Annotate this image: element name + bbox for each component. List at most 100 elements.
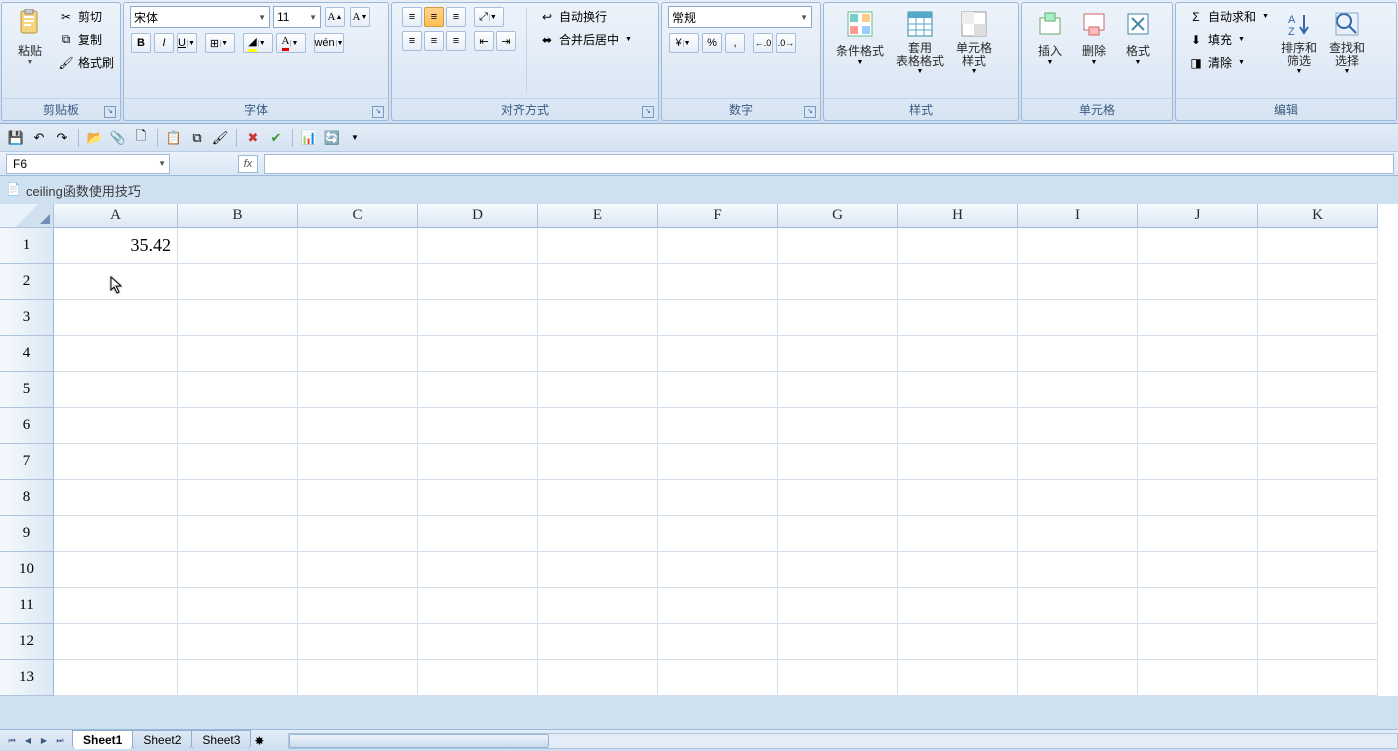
cell[interactable]	[1258, 660, 1378, 696]
cell[interactable]	[538, 624, 658, 660]
sort-filter-button[interactable]: AZ 排序和 筛选▼	[1275, 6, 1323, 77]
cell[interactable]	[298, 264, 418, 300]
cell[interactable]	[658, 516, 778, 552]
cell[interactable]	[178, 264, 298, 300]
cell[interactable]	[1018, 624, 1138, 660]
cell[interactable]	[1018, 408, 1138, 444]
cell[interactable]	[658, 480, 778, 516]
fill-color-button[interactable]: ◢▼	[243, 33, 273, 53]
formula-input[interactable]	[264, 154, 1394, 174]
cell[interactable]	[54, 300, 178, 336]
cell[interactable]	[1258, 408, 1378, 444]
sheet-tab[interactable]: Sheet2	[132, 730, 192, 749]
qat-refresh-icon[interactable]: 🔄	[322, 128, 342, 148]
new-sheet-button[interactable]: ✸	[250, 734, 268, 748]
row-header[interactable]: 7	[0, 444, 54, 480]
align-bottom-button[interactable]: ≡	[446, 7, 466, 27]
cell[interactable]	[1258, 624, 1378, 660]
cell[interactable]	[54, 624, 178, 660]
cell[interactable]	[1258, 372, 1378, 408]
cell[interactable]	[778, 372, 898, 408]
chevron-down-icon[interactable]: ▼	[158, 159, 166, 168]
currency-button[interactable]: ¥▼	[669, 33, 699, 53]
cell[interactable]	[418, 264, 538, 300]
cell[interactable]	[898, 552, 1018, 588]
cell[interactable]	[1258, 444, 1378, 480]
column-header[interactable]: F	[658, 204, 778, 228]
cell[interactable]	[658, 228, 778, 264]
cell[interactable]	[658, 300, 778, 336]
align-top-button[interactable]: ≡	[402, 7, 422, 27]
cell[interactable]	[298, 228, 418, 264]
cell[interactable]	[298, 660, 418, 696]
tab-nav-prev[interactable]: ◀	[20, 733, 36, 749]
alignment-launcher[interactable]: ↘	[642, 106, 654, 118]
cell[interactable]	[1258, 228, 1378, 264]
number-launcher[interactable]: ↘	[804, 106, 816, 118]
cell[interactable]	[418, 480, 538, 516]
bold-button[interactable]: B	[131, 33, 151, 53]
row-header[interactable]: 9	[0, 516, 54, 552]
cell[interactable]	[898, 588, 1018, 624]
cell[interactable]	[778, 624, 898, 660]
row-header[interactable]: 11	[0, 588, 54, 624]
cell[interactable]	[658, 444, 778, 480]
copy-button[interactable]: ⧉复制	[55, 29, 117, 50]
cell[interactable]	[898, 516, 1018, 552]
insert-cells-button[interactable]: 插入▼	[1028, 6, 1072, 68]
cell[interactable]	[778, 444, 898, 480]
column-header[interactable]: H	[898, 204, 1018, 228]
qat-chart-icon[interactable]: 📊	[299, 128, 319, 148]
tab-nav-first[interactable]: ⏮	[4, 733, 20, 749]
cell[interactable]	[418, 228, 538, 264]
phonetic-button[interactable]: wén▼	[314, 33, 344, 53]
cell[interactable]	[1018, 552, 1138, 588]
cell[interactable]	[178, 516, 298, 552]
row-header[interactable]: 12	[0, 624, 54, 660]
horizontal-scrollbar[interactable]	[288, 733, 1398, 749]
delete-cells-button[interactable]: 删除▼	[1072, 6, 1116, 68]
row-header[interactable]: 13	[0, 660, 54, 696]
cell[interactable]	[298, 444, 418, 480]
tab-nav-last[interactable]: ⏭	[52, 733, 68, 749]
cell[interactable]	[1138, 516, 1258, 552]
cell[interactable]	[1018, 336, 1138, 372]
cell[interactable]	[1018, 660, 1138, 696]
cell[interactable]	[178, 300, 298, 336]
cell[interactable]	[1018, 444, 1138, 480]
cell[interactable]	[1018, 300, 1138, 336]
wrap-text-button[interactable]: ↩自动换行	[536, 6, 635, 27]
cell[interactable]	[658, 408, 778, 444]
cell[interactable]	[418, 660, 538, 696]
cell[interactable]	[1018, 588, 1138, 624]
cell[interactable]	[178, 228, 298, 264]
cell[interactable]	[898, 228, 1018, 264]
cell[interactable]	[178, 444, 298, 480]
underline-button[interactable]: U▼	[177, 33, 197, 53]
row-header[interactable]: 3	[0, 300, 54, 336]
cell[interactable]	[178, 588, 298, 624]
cell[interactable]	[178, 552, 298, 588]
column-header[interactable]: J	[1138, 204, 1258, 228]
decrease-decimal-button[interactable]: .0→	[776, 33, 796, 53]
column-header[interactable]: D	[418, 204, 538, 228]
cell[interactable]	[178, 372, 298, 408]
name-box[interactable]: F6 ▼	[6, 154, 170, 174]
cell[interactable]	[898, 336, 1018, 372]
cell[interactable]	[538, 228, 658, 264]
cell[interactable]	[538, 264, 658, 300]
column-header[interactable]: E	[538, 204, 658, 228]
italic-button[interactable]: I	[154, 33, 174, 53]
cell[interactable]	[54, 588, 178, 624]
cell[interactable]	[778, 588, 898, 624]
column-header[interactable]: A	[54, 204, 178, 228]
qat-copy-icon[interactable]: ⧉	[187, 128, 207, 148]
increase-indent-button[interactable]: ⇥	[496, 31, 516, 51]
cell[interactable]	[1258, 480, 1378, 516]
find-select-button[interactable]: 查找和 选择▼	[1323, 6, 1371, 77]
cell[interactable]	[298, 300, 418, 336]
format-table-button[interactable]: 套用 表格格式▼	[890, 6, 950, 77]
row-header[interactable]: 2	[0, 264, 54, 300]
align-middle-button[interactable]: ≡	[424, 7, 444, 27]
cell[interactable]	[418, 336, 538, 372]
